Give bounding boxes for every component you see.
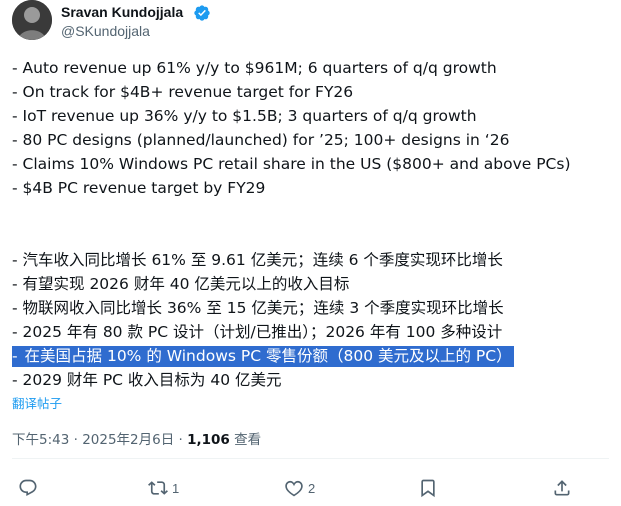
post-meta: 下午5:43 · 2025年2月6日 · 1,106 查看 <box>12 428 261 448</box>
retweet-icon <box>148 481 168 495</box>
reply-button[interactable] <box>18 476 38 500</box>
like-button[interactable]: 2 <box>284 476 315 500</box>
share-button[interactable] <box>552 476 572 500</box>
avatar[interactable] <box>12 0 52 40</box>
translate-post-link[interactable]: 翻译帖子 <box>12 393 62 412</box>
tweet-line: - IoT revenue up 36% y/y to $1.5B; 3 qua… <box>12 107 477 125</box>
tweet-line: - 有望实现 2026 财年 40 亿美元以上的收入目标 <box>12 275 350 293</box>
tweet-line: - 物联网收入同比增长 36% 至 15 亿美元；连续 3 个季度实现环比增长 <box>12 299 504 317</box>
selected-text: 在美国占据 10% 的 Windows PC 零售份额（800 美元及以上的 P… <box>24 346 514 367</box>
author-name[interactable]: Sravan Kundojjala <box>61 4 183 20</box>
divider <box>12 458 609 459</box>
retweet-button[interactable]: 1 <box>148 476 179 500</box>
blank-gap <box>12 200 612 248</box>
action-bar: 1 2 <box>0 470 621 506</box>
tweet-line: - Claims 10% Windows PC retail share in … <box>12 155 571 173</box>
views-count: 1,106 <box>187 432 230 448</box>
tweet-line: - $4B PC revenue target by FY29 <box>12 179 266 197</box>
tweet-line: - 2025 年有 80 款 PC 设计（计划/已推出）；2026 年有 100… <box>12 323 503 341</box>
tweet-line: - Auto revenue up 61% y/y to $961M; 6 qu… <box>12 59 497 77</box>
tweet-line-selected: - 在美国占据 10% 的 Windows PC 零售份额（800 美元及以上的… <box>12 344 612 368</box>
timestamp[interactable]: 下午5:43 · 2025年2月6日 · <box>12 432 187 448</box>
selected-prefix: - <box>12 346 25 367</box>
author-handle[interactable]: @SKundojjala <box>61 23 150 39</box>
retweet-count: 1 <box>172 480 180 496</box>
tweet-text: - Auto revenue up 61% y/y to $961M; 6 qu… <box>12 56 612 392</box>
like-count: 2 <box>308 480 316 496</box>
tweet-line: - On track for $4B+ revenue target for F… <box>12 83 354 101</box>
views-label: 查看 <box>229 432 262 448</box>
verified-badge-icon <box>194 5 210 21</box>
share-icon <box>554 480 570 496</box>
bookmark-button[interactable] <box>418 476 438 500</box>
reply-icon <box>19 479 37 497</box>
bookmark-icon <box>421 479 435 498</box>
tweet-line: - 2029 财年 PC 收入目标为 40 亿美元 <box>12 371 282 389</box>
tweet-line: - 汽车收入同比增长 61% 至 9.61 亿美元；连续 6 个季度实现环比增长 <box>12 251 503 269</box>
heart-icon <box>285 480 303 497</box>
tweet-line: - 80 PC designs (planned/launched) for ’… <box>12 131 510 149</box>
